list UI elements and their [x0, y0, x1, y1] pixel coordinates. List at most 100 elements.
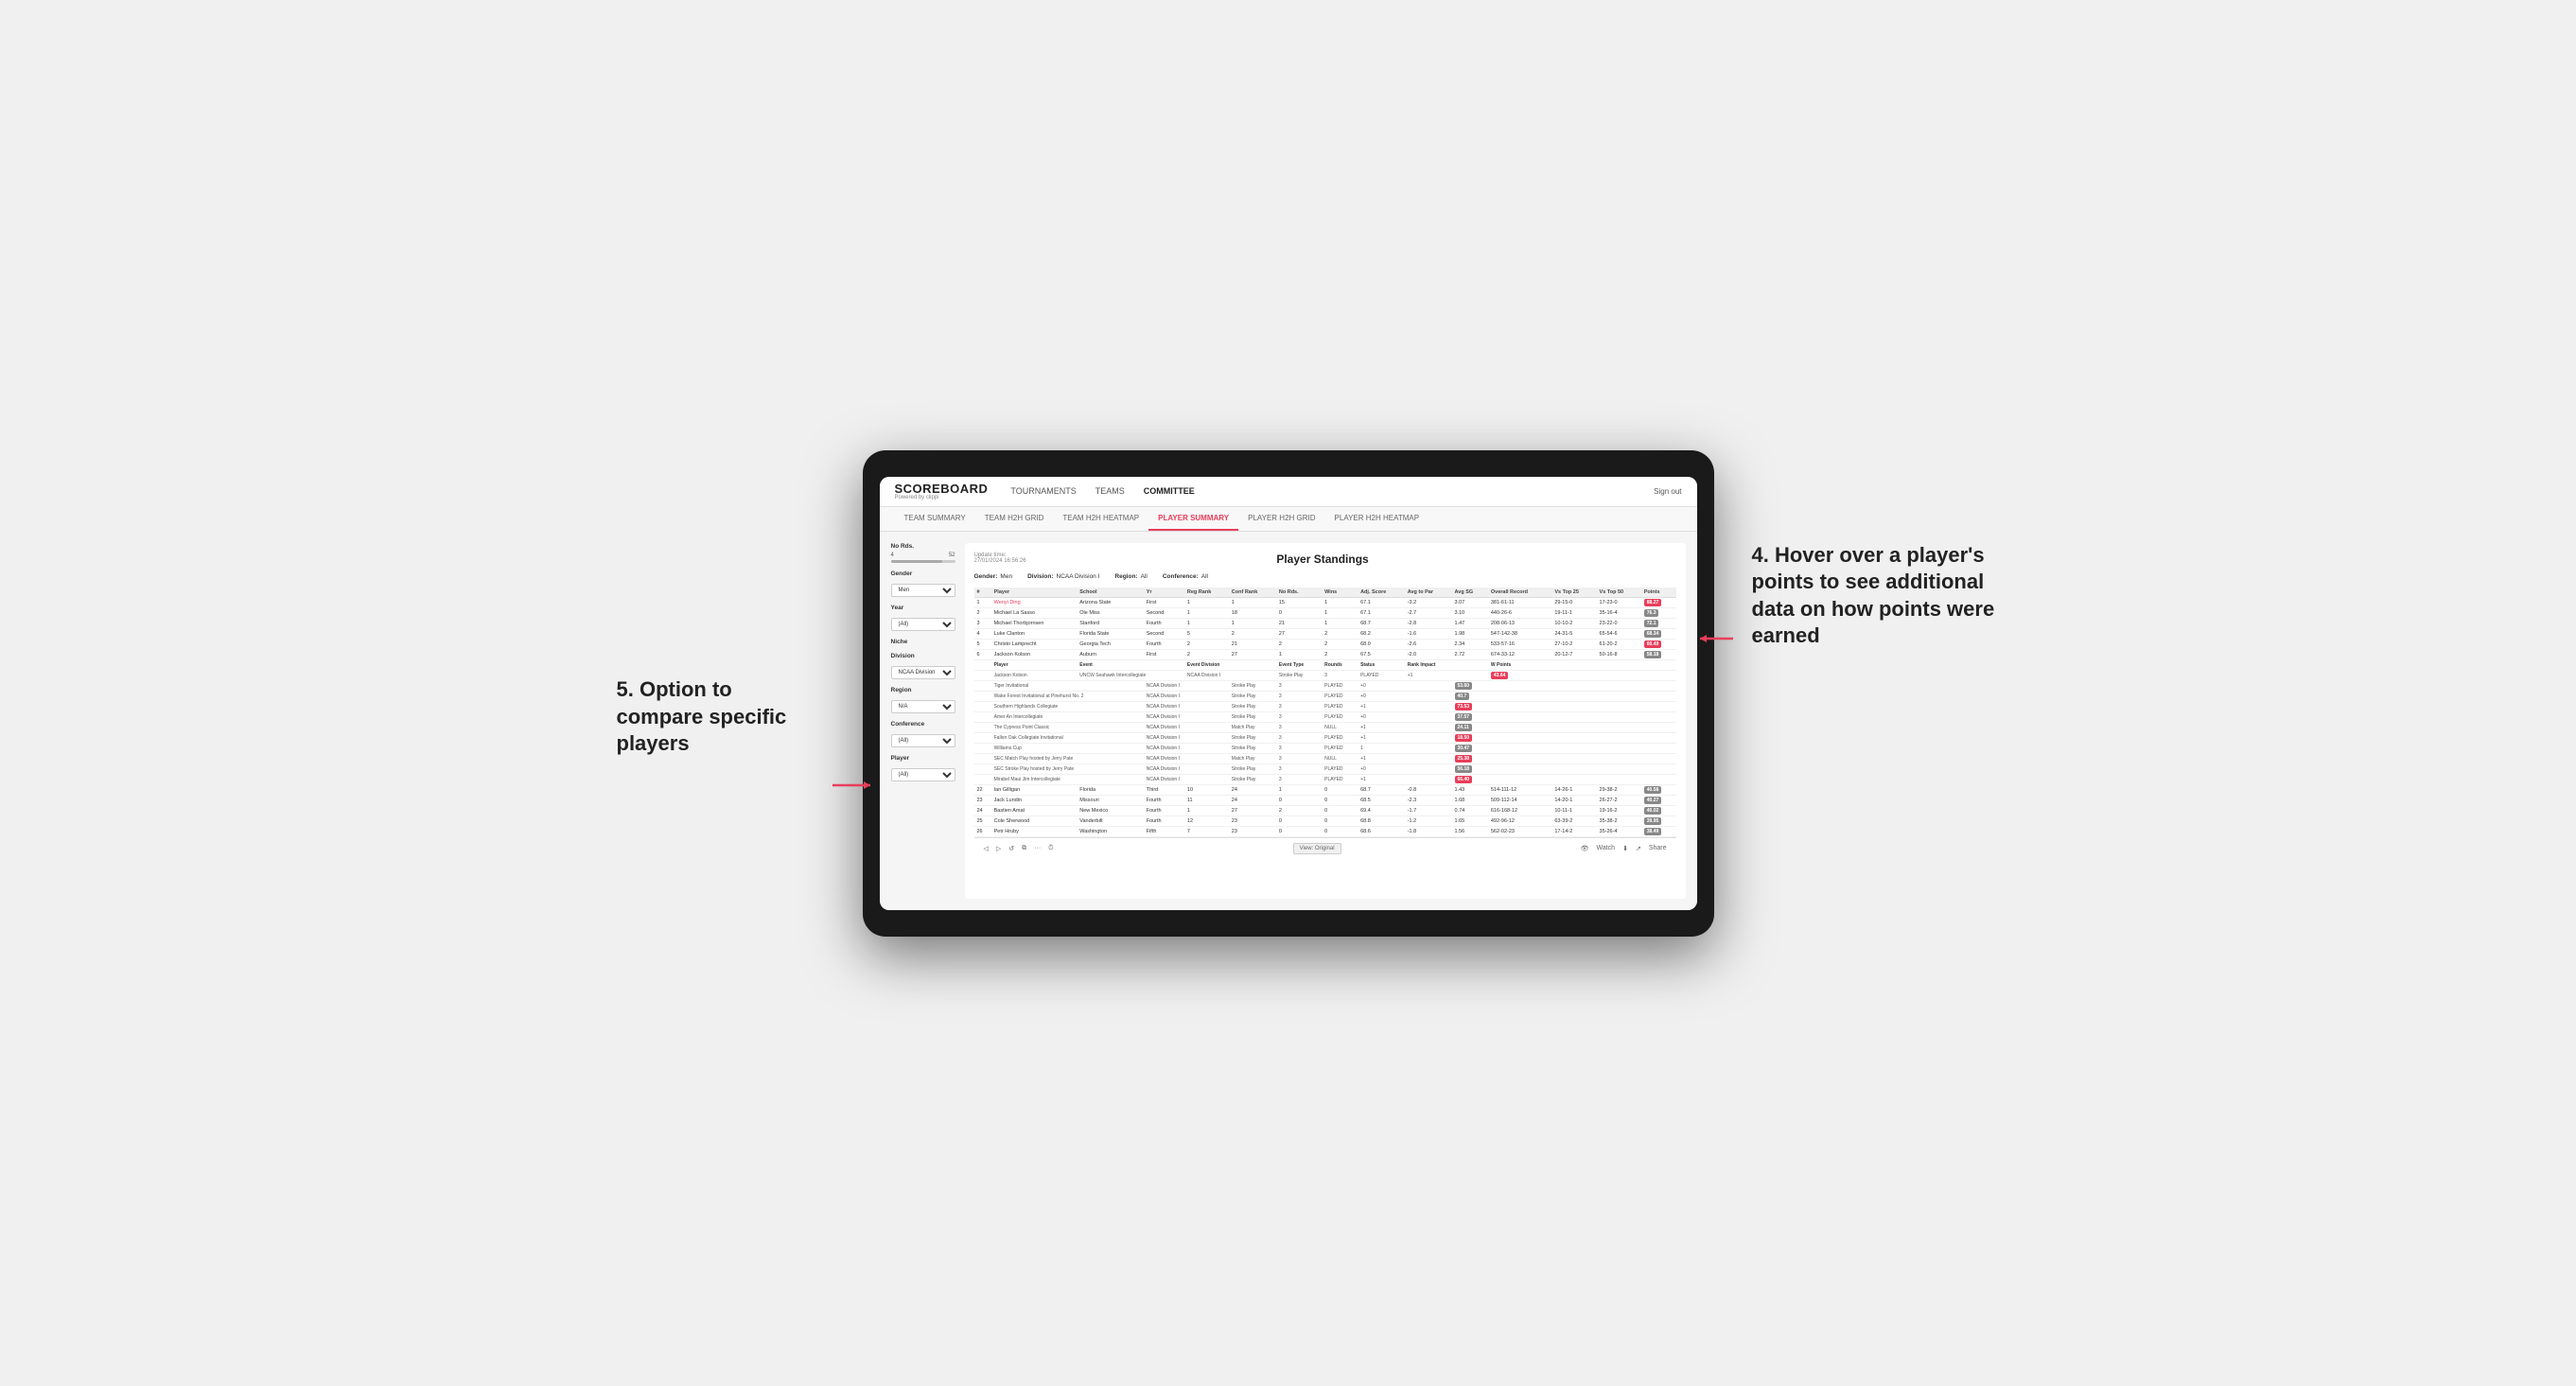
player-standings-table: # Player School Yr Reg Rank Conf Rank No… — [974, 588, 1676, 837]
col-conf-rank: Conf Rank — [1229, 588, 1276, 598]
tab-player-summary[interactable]: PLAYER SUMMARY — [1148, 507, 1238, 531]
col-points: Points — [1641, 588, 1676, 598]
panel-header: Update time: 27/01/2024 16:56:26 Player … — [974, 553, 1676, 566]
points-badge[interactable]: 88.27 — [1644, 599, 1662, 606]
table-row: 1 Wenyi Ding Arizona State First 1 1 15 … — [974, 597, 1676, 607]
event-row: Mirabel Maui Jim Intercollegiate NCAA Di… — [974, 774, 1676, 784]
cell-player[interactable]: Christo Lamprecht — [991, 639, 1078, 649]
event-row: Williams Cup NCAA Division I Stroke Play… — [974, 743, 1676, 753]
event-row: Southern Highlands Collegiate NCAA Divis… — [974, 701, 1676, 711]
cell-avg-sg: 3.07 — [1452, 597, 1488, 607]
cell-to-par: -3.2 — [1405, 597, 1452, 607]
event-row: Fallon Oak Collegiate Invitational NCAA … — [974, 732, 1676, 743]
points-badge-event[interactable]: 37.57 — [1455, 713, 1473, 721]
tab-team-h2h-heatmap[interactable]: TEAM H2H HEATMAP — [1053, 507, 1148, 531]
points-badge-gray[interactable]: 58.18 — [1644, 651, 1662, 658]
division-select[interactable]: NCAA Division I — [891, 666, 955, 679]
toolbar-left: ◁ ▷ ↺ ⧉ ··· ⏱ — [984, 845, 1054, 852]
col-vs-top25: Vs Top 25 — [1551, 588, 1596, 598]
nav-tournaments[interactable]: TOURNAMENTS — [1010, 482, 1076, 500]
bottom-toolbar: ◁ ▷ ↺ ⧉ ··· ⏱ View: Original 👁 Watc — [974, 837, 1676, 859]
points-badge-event[interactable]: 25.38 — [1455, 755, 1473, 763]
sidebar-player: Player (All) — [891, 755, 955, 781]
points-badge-event[interactable]: 30.47 — [1455, 745, 1473, 752]
points-badge-event[interactable]: 18.50 — [1455, 734, 1473, 742]
gender-label: Gender — [891, 570, 955, 577]
event-row: Jackson Kolson UNCW Seahawk Intercollegi… — [974, 670, 1676, 680]
cell-points-highlighted[interactable]: 60.49 — [1641, 639, 1676, 649]
tab-team-summary[interactable]: TEAM SUMMARY — [895, 507, 975, 531]
points-badge-gray[interactable]: 40.02 — [1644, 807, 1662, 815]
toolbar-forward-icon[interactable]: ▷ — [996, 845, 1001, 852]
content-panel: Update time: 27/01/2024 16:56:26 Player … — [965, 543, 1686, 899]
cell-reg-rank: 1 — [1184, 597, 1229, 607]
points-badge-event[interactable]: 56.18 — [1455, 765, 1473, 773]
toolbar-refresh-icon[interactable]: ↺ — [1008, 845, 1014, 852]
player-select[interactable]: (All) — [891, 768, 955, 781]
conference-label: Conference — [891, 721, 955, 728]
toolbar-back-icon[interactable]: ◁ — [984, 845, 989, 852]
watch-button[interactable]: Watch — [1596, 845, 1615, 851]
cell-school: Ole Miss — [1077, 607, 1143, 618]
view-original-button[interactable]: View: Original — [1293, 843, 1341, 854]
tab-player-h2h-heatmap[interactable]: PLAYER H2H HEATMAP — [1325, 507, 1429, 531]
points-badge-gray[interactable]: 40.58 — [1644, 786, 1662, 794]
arrow-left-annotation — [823, 766, 880, 804]
niche-label: Niche — [891, 639, 955, 645]
toolbar-copy-icon[interactable]: ⧉ — [1022, 845, 1026, 852]
player-label: Player — [891, 755, 955, 762]
filter-division: Division: NCAA Division I — [1027, 573, 1099, 580]
nav-committee[interactable]: COMMITTEE — [1144, 482, 1195, 500]
range-max: 52 — [949, 553, 955, 558]
no-rds-label: No Rds. — [891, 543, 955, 550]
toolbar-more-icon[interactable]: ··· — [1034, 845, 1041, 852]
tab-player-h2h-grid[interactable]: PLAYER H2H GRID — [1238, 507, 1324, 531]
event-row: SEC Match Play hosted by Jerry Pate NCAA… — [974, 753, 1676, 763]
range-slider[interactable] — [891, 560, 955, 563]
nav-items: TOURNAMENTS TEAMS COMMITTEE — [1010, 482, 1631, 500]
tab-team-h2h-grid[interactable]: TEAM H2H GRID — [975, 507, 1054, 531]
table-row: 24Bastien AmatNew MexicoFourth 12720 69.… — [974, 805, 1676, 816]
event-row: Tiger Invitational NCAA Division I Strok… — [974, 680, 1676, 691]
points-badge-event[interactable]: 53.60 — [1455, 682, 1473, 690]
download-icon[interactable]: ⬇ — [1622, 845, 1628, 852]
cell-player[interactable]: Wenyi Ding — [991, 597, 1078, 607]
col-overall: Overall Record — [1488, 588, 1551, 598]
points-badge-event[interactable]: 43.64 — [1491, 672, 1509, 679]
region-select[interactable]: N/A — [891, 700, 955, 713]
toolbar-clock-icon[interactable]: ⏱ — [1048, 845, 1053, 852]
sidebar-niche: Niche — [891, 639, 955, 645]
cell-player[interactable]: Michael Thorbjornsen — [991, 618, 1078, 628]
points-badge-gray[interactable]: 72.1 — [1644, 620, 1659, 627]
gender-select[interactable]: Men — [891, 584, 955, 597]
points-badge-gray[interactable]: 39.95 — [1644, 817, 1662, 825]
cell-player[interactable]: Michael La Sasso — [991, 607, 1078, 618]
update-date: 27/01/2024 16:56:26 — [974, 558, 1026, 564]
conference-select[interactable]: (All) — [891, 734, 955, 747]
event-row: SEC Stroke Play hosted by Jerry Pate NCA… — [974, 763, 1676, 774]
col-vs-top50: Vs Top 50 — [1597, 588, 1641, 598]
points-badge-gray[interactable]: 76.3 — [1644, 609, 1659, 617]
table-row: 25Cole SherwoodVanderbiltFourth 122300 6… — [974, 816, 1676, 826]
cell-points[interactable]: 88.27 — [1641, 597, 1676, 607]
points-badge-event[interactable]: 24.11 — [1455, 724, 1472, 731]
points-badge-red[interactable]: 60.49 — [1644, 640, 1662, 648]
sign-out-link[interactable]: Sign out — [1654, 487, 1681, 496]
points-badge-event[interactable]: 40.7 — [1455, 693, 1470, 700]
year-select[interactable]: (All) — [891, 618, 955, 631]
points-badge-event[interactable]: 73.53 — [1455, 703, 1473, 711]
points-badge-event[interactable]: 66.40 — [1455, 776, 1473, 783]
filter-conference: Conference: All — [1163, 573, 1208, 580]
toolbar-center: View: Original — [1293, 843, 1341, 854]
panel-title: Player Standings — [1276, 553, 1368, 566]
nav-teams[interactable]: TEAMS — [1095, 482, 1125, 500]
share-button[interactable]: Share — [1649, 845, 1667, 851]
col-player: Player — [991, 588, 1078, 598]
cell-player[interactable]: Luke Clanton — [991, 628, 1078, 639]
cell-player[interactable]: Jackson Kolson — [991, 649, 1078, 659]
points-badge-gray[interactable]: 68.34 — [1644, 630, 1662, 638]
points-badge-gray[interactable]: 40.27 — [1644, 797, 1662, 804]
update-time-area: Update time: 27/01/2024 16:56:26 — [974, 553, 1026, 564]
cell-conf-rank: 1 — [1229, 597, 1276, 607]
points-badge-gray[interactable]: 38.49 — [1644, 828, 1662, 835]
